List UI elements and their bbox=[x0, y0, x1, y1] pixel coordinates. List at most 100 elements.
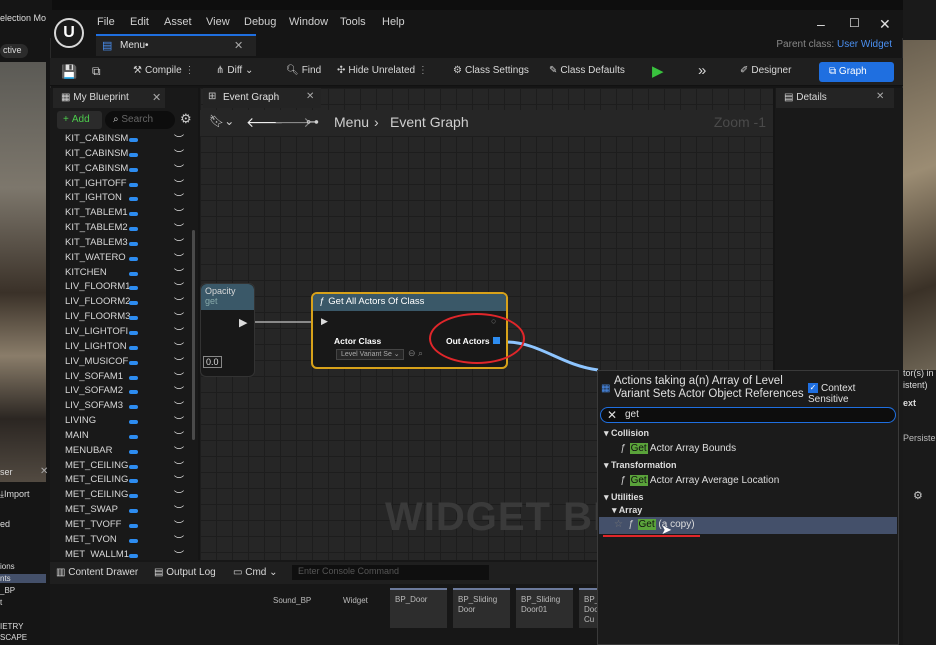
left-folder-2[interactable]: nts bbox=[0, 574, 46, 583]
asset-bp-sliding-door[interactable]: BP_Sliding Door bbox=[453, 588, 510, 628]
asset-bp-sliding-door01[interactable]: BP_Sliding Door01 bbox=[516, 588, 573, 628]
visibility-eye-icon[interactable]: ︶ bbox=[174, 133, 184, 146]
hide-unrelated-button[interactable]: ✣ Hide Unrelated ⋮ bbox=[337, 65, 428, 76]
visibility-eye-icon[interactable]: ︶ bbox=[174, 547, 184, 558]
play-icon[interactable]: ▶ bbox=[652, 62, 674, 82]
asset-sound-bp[interactable]: Sound_BP bbox=[273, 596, 311, 605]
opacity-value[interactable]: 0.0 bbox=[203, 356, 222, 368]
browse-asset-icon[interactable]: ⊖ ⌕ bbox=[408, 348, 423, 359]
visibility-eye-icon[interactable]: ︶ bbox=[174, 398, 184, 413]
category-collision[interactable]: ▾ Collision bbox=[604, 428, 649, 439]
visibility-eye-icon[interactable]: ︶ bbox=[174, 458, 184, 473]
breadcrumb-event-graph[interactable]: Event Graph bbox=[390, 114, 469, 130]
visibility-eye-icon[interactable]: ︶ bbox=[174, 279, 184, 294]
class-settings-button[interactable]: ⚙ Class Settings bbox=[453, 65, 529, 76]
bookmark-icon[interactable]: 🔖︎⌄ bbox=[209, 114, 234, 128]
visibility-eye-icon[interactable]: ︶ bbox=[174, 383, 184, 398]
context-sensitive-checkbox[interactable]: ✓ Context Sensitive bbox=[808, 383, 898, 405]
visibility-eye-icon[interactable]: ︶ bbox=[174, 413, 184, 428]
right-gear-icon[interactable]: ⚙ bbox=[913, 489, 923, 502]
close-event-graph-icon[interactable]: ✕ bbox=[306, 91, 314, 102]
category-utilities[interactable]: ▾ Utilities bbox=[604, 492, 644, 503]
compile-button[interactable]: ⚒ Compile ⋮ bbox=[133, 65, 194, 76]
visibility-eye-icon[interactable]: ︶ bbox=[174, 532, 184, 547]
visibility-eye-icon[interactable]: ︶ bbox=[174, 176, 184, 191]
close-details-icon[interactable]: ✕ bbox=[876, 91, 884, 102]
menu-view[interactable]: View bbox=[206, 16, 230, 28]
find-button[interactable]: 🔍︎ Find bbox=[286, 65, 321, 76]
left-folder-5[interactable]: IETRY bbox=[0, 622, 23, 631]
minimize-icon[interactable]: – bbox=[817, 16, 825, 32]
diff-button[interactable]: ⋔ Diff ⌄ bbox=[216, 65, 253, 76]
action-get-actor-array-average-location[interactable]: ƒ Get Actor Array Average Location bbox=[620, 475, 779, 486]
visibility-eye-icon[interactable]: ︶ bbox=[174, 472, 184, 487]
browse-icon[interactable]: ⧉ bbox=[92, 64, 101, 79]
visibility-eye-icon[interactable]: ︶ bbox=[174, 190, 184, 205]
visibility-eye-icon[interactable]: ︶ bbox=[174, 369, 184, 384]
close-window-icon[interactable]: ✕ bbox=[879, 16, 891, 33]
document-tab[interactable]: ▤ Menu• ✕ bbox=[96, 34, 256, 56]
menu-tools[interactable]: Tools bbox=[340, 16, 366, 28]
output-log-button[interactable]: ▤ Output Log bbox=[154, 567, 216, 578]
visibility-eye-icon[interactable]: ︶ bbox=[174, 502, 184, 517]
exec-out-pin[interactable]: ▶ bbox=[239, 316, 247, 329]
skip-forward-icon[interactable]: » bbox=[698, 62, 706, 79]
visibility-eye-icon[interactable]: ︶ bbox=[174, 443, 184, 458]
exec-in-pin[interactable]: ▶ bbox=[321, 316, 328, 327]
maximize-icon[interactable]: ☐ bbox=[849, 16, 860, 30]
menu-file[interactable]: File bbox=[97, 16, 115, 28]
blueprint-search-input[interactable]: ⌕ Search bbox=[105, 111, 175, 129]
asset-bp-door-cu[interactable]: BP_ Doo Cu bbox=[579, 588, 599, 628]
details-tab[interactable]: ▤ Details ✕ bbox=[776, 88, 894, 108]
menu-window[interactable]: Window bbox=[289, 16, 328, 28]
unreal-logo-icon[interactable]: U bbox=[54, 18, 84, 48]
visibility-eye-icon[interactable]: ︶ bbox=[174, 220, 184, 235]
visibility-eye-icon[interactable]: ︶ bbox=[174, 309, 184, 324]
designer-button[interactable]: ✐ Designer bbox=[740, 65, 791, 76]
event-graph-tab[interactable]: ⊞ Event Graph ✕ bbox=[203, 88, 321, 108]
clear-search-icon[interactable]: ✕ bbox=[607, 408, 617, 422]
class-defaults-button[interactable]: ✎ Class Defaults bbox=[549, 65, 625, 76]
left-folder-1[interactable]: ions bbox=[0, 562, 15, 571]
close-my-blueprint-icon[interactable]: ✕ bbox=[152, 91, 161, 104]
actor-class-dropdown[interactable]: Level Variant Se ⌄ bbox=[336, 349, 404, 360]
close-content-browser-icon[interactable]: ✕ bbox=[40, 466, 48, 477]
visibility-eye-icon[interactable]: ︶ bbox=[174, 354, 184, 369]
settings-gear-icon[interactable]: ⚙ bbox=[180, 111, 192, 127]
variable-row[interactable]: MET_WALLM1 ︶ bbox=[50, 549, 198, 558]
visibility-eye-icon[interactable]: ︶ bbox=[174, 324, 184, 339]
opacity-node[interactable]: Opacity get ▶ 0.0 bbox=[200, 283, 255, 377]
left-folder-6[interactable]: SCAPE bbox=[0, 633, 27, 642]
console-command-input[interactable]: Enter Console Command bbox=[292, 565, 489, 580]
visibility-eye-icon[interactable]: ︶ bbox=[174, 250, 184, 265]
visibility-eye-icon[interactable]: ︶ bbox=[174, 294, 184, 309]
visibility-eye-icon[interactable]: ︶ bbox=[174, 428, 184, 443]
action-get-a-copy[interactable]: ☆ ƒ Get (a copy) bbox=[614, 519, 695, 530]
left-folder-3[interactable]: _BP bbox=[0, 586, 15, 595]
menu-edit[interactable]: Edit bbox=[130, 16, 149, 28]
favorite-star-icon[interactable]: ☆ bbox=[614, 519, 623, 530]
visibility-eye-icon[interactable]: ︶ bbox=[174, 339, 184, 354]
visibility-eye-icon[interactable]: ︶ bbox=[174, 265, 184, 280]
add-button[interactable]: + Add bbox=[57, 111, 102, 129]
asset-widget[interactable]: Widget bbox=[343, 596, 368, 605]
category-array[interactable]: ▾ Array bbox=[612, 505, 642, 516]
visibility-eye-icon[interactable]: ︶ bbox=[174, 161, 184, 176]
visibility-eye-icon[interactable]: ︶ bbox=[174, 205, 184, 220]
action-get-actor-array-bounds[interactable]: ƒ Get Actor Array Bounds bbox=[620, 443, 736, 454]
graph-button[interactable]: ⧉ Graph bbox=[819, 62, 894, 82]
visibility-eye-icon[interactable]: ︶ bbox=[174, 487, 184, 502]
menu-help[interactable]: Help bbox=[382, 16, 405, 28]
active-toggle[interactable]: ctive bbox=[0, 44, 28, 58]
asset-bp-door[interactable]: BP_Door bbox=[390, 588, 447, 628]
visibility-eye-icon[interactable]: ︶ bbox=[174, 146, 184, 161]
parent-class-value[interactable]: User Widget bbox=[837, 39, 892, 50]
menu-debug[interactable]: Debug bbox=[244, 16, 276, 28]
menu-asset[interactable]: Asset bbox=[164, 16, 192, 28]
hierarchy-icon[interactable]: ⊶ bbox=[306, 114, 319, 130]
visibility-eye-icon[interactable]: ︶ bbox=[174, 517, 184, 532]
cmd-button[interactable]: ▭ Cmd ⌄ bbox=[233, 567, 278, 578]
import-button[interactable]: ⤓Import bbox=[0, 489, 30, 500]
breadcrumb-menu[interactable]: Menu bbox=[334, 114, 369, 130]
content-drawer-button[interactable]: ▥ Content Drawer bbox=[56, 567, 138, 578]
